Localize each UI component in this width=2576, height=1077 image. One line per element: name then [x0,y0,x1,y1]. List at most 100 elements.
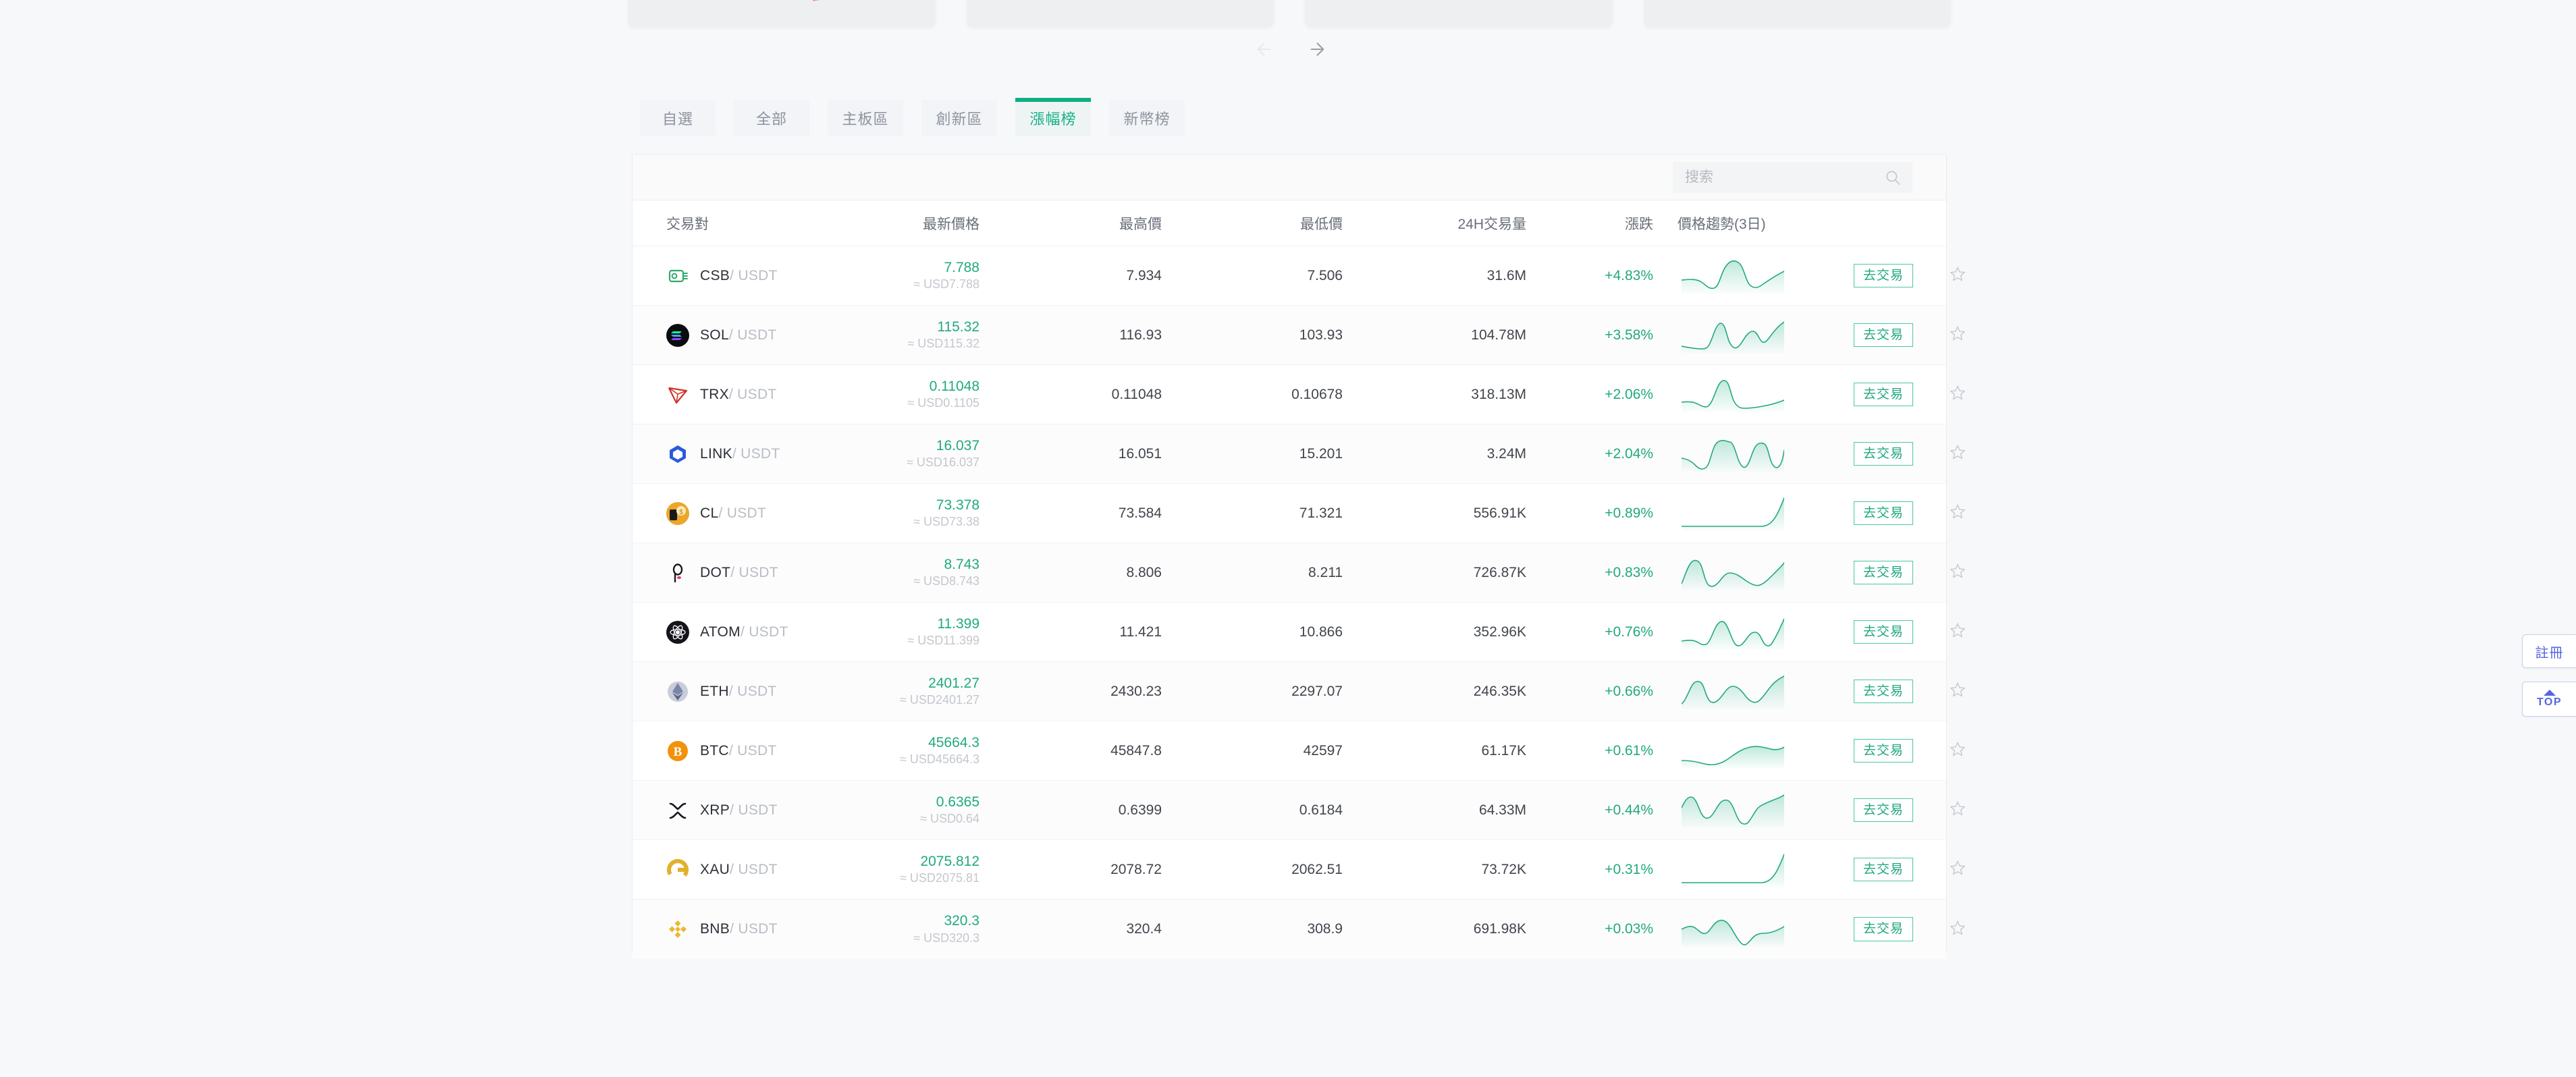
pair-base: TRX [700,386,729,402]
pair-symbol: CSB/ USDT [700,268,778,284]
market-table-card: 交易對 最新價格 最高價 最低價 24H交易量 漲跌 價格趨勢(3日) CSB/… [632,154,1965,959]
high-price-cell: 320.4 [1126,921,1162,937]
last-price-cell: 45664.3 ≈ USD45664.3 [823,734,1004,768]
star-outline-icon[interactable] [1949,681,1966,702]
price-trend-cell [1678,437,1833,472]
favorite-cell[interactable] [1934,681,1981,702]
table-row[interactable]: B BTC/ USDT 45664.3 ≈ USD45664.3 45847.8 4259… [633,721,1965,781]
pair-symbol: ATOM/ USDT [700,624,788,640]
star-outline-icon[interactable] [1949,265,1966,286]
pair-cell[interactable]: XAU/ USDT [666,858,823,881]
table-row[interactable]: $ CL/ USDT 73.378 ≈ USD73.38 73.584 71.321 556… [633,484,1965,543]
back-to-top-button[interactable]: TOP [2522,682,2576,717]
tab-favorites[interactable]: 自選 [640,100,716,136]
tab-all[interactable]: 全部 [734,100,809,136]
go-to-trade-button[interactable]: 去交易 [1853,857,1913,882]
register-button[interactable]: 註冊 [2522,634,2576,668]
star-outline-icon[interactable] [1949,800,1966,821]
tab-gainers[interactable]: 漲幅榜 [1015,98,1091,136]
star-outline-icon[interactable] [1949,622,1966,642]
promo-card[interactable] [1305,0,1613,27]
favorite-cell[interactable] [1934,443,1981,464]
pair-base: ATOM [700,624,741,640]
last-price-value: 11.399 [937,615,980,632]
search-box[interactable] [1673,161,1912,193]
star-outline-icon[interactable] [1949,740,1966,761]
pair-cell[interactable]: CSB/ USDT [666,265,823,287]
search-icon[interactable] [1884,169,1902,186]
favorite-cell[interactable] [1934,265,1981,286]
favorite-cell[interactable] [1934,800,1981,821]
go-to-trade-button[interactable]: 去交易 [1853,798,1913,823]
coin-sol-icon [666,323,689,347]
go-to-trade-button[interactable]: 去交易 [1853,560,1913,585]
table-row[interactable]: TRX/ USDT 0.11048 ≈ USD0.1105 0.11048 0.1067… [633,365,1965,424]
favorite-cell[interactable] [1934,503,1981,524]
pair-cell[interactable]: XRP/ USDT [666,799,823,822]
promo-card[interactable] [628,0,936,27]
last-price-value: 2075.812 [920,853,980,869]
tab-main-board[interactable]: 主板區 [828,100,903,136]
favorite-cell[interactable] [1934,740,1981,761]
table-row[interactable]: DOT/ USDT 8.743 ≈ USD8.743 8.806 8.211 726.87… [633,543,1965,603]
go-to-trade-button[interactable]: 去交易 [1853,917,1913,941]
svg-text:B: B [674,745,682,759]
market-table-body: CSB/ USDT 7.788 ≈ USD7.788 7.934 7.506 31.6M +… [633,246,1965,959]
star-outline-icon[interactable] [1949,859,1966,880]
star-outline-icon[interactable] [1949,919,1966,940]
pair-cell[interactable]: ATOM/ USDT [666,620,823,644]
pair-cell[interactable]: DOT/ USDT [666,561,823,584]
favorite-cell[interactable] [1934,622,1981,642]
low-price-cell: 8.211 [1308,564,1343,580]
pair-cell[interactable]: TRX/ USDT [666,383,823,406]
search-input[interactable] [1685,169,1884,186]
favorite-cell[interactable] [1934,325,1981,346]
volume-cell: 31.6M [1486,267,1526,283]
promo-card[interactable] [1643,0,1951,27]
pair-quote: / USDT [730,861,778,877]
pair-symbol: LINK/ USDT [700,446,780,462]
go-to-trade-button[interactable]: 去交易 [1853,323,1913,348]
table-row[interactable]: LINK/ USDT 16.037 ≈ USD16.037 16.051 15.201 3… [633,424,1965,484]
pair-cell[interactable]: ETH/ USDT [666,680,823,703]
go-to-trade-button[interactable]: 去交易 [1853,441,1913,466]
table-row[interactable]: ATOM/ USDT 11.399 ≈ USD11.399 11.421 10.866 3… [633,603,1965,662]
promo-card[interactable] [966,0,1274,27]
pair-cell[interactable]: B BTC/ USDT [666,740,823,763]
pair-cell[interactable]: $ CL/ USDT [666,501,823,525]
star-outline-icon[interactable] [1949,503,1966,524]
pair-cell[interactable]: LINK/ USDT [666,443,823,466]
table-row[interactable]: BNB/ USDT 320.3 ≈ USD320.3 320.4 308.9 691.98… [633,900,1965,959]
tab-innovation[interactable]: 創新區 [921,100,997,136]
low-price-cell: 2062.51 [1291,861,1343,877]
favorite-cell[interactable] [1934,919,1981,940]
go-to-trade-button[interactable]: 去交易 [1853,501,1913,526]
star-outline-icon[interactable] [1949,562,1966,583]
pair-cell[interactable]: BNB/ USDT [666,918,823,941]
arrow-left-icon[interactable] [1252,39,1272,59]
table-row[interactable]: ETH/ USDT 2401.27 ≈ USD2401.27 2430.23 2297.… [633,662,1965,721]
star-outline-icon[interactable] [1949,325,1966,346]
go-to-trade-button[interactable]: 去交易 [1853,738,1913,763]
pair-cell[interactable]: SOL/ USDT [666,323,823,347]
go-to-trade-button[interactable]: 去交易 [1853,679,1913,704]
star-outline-icon[interactable] [1949,443,1966,464]
high-price-cell: 45847.8 [1110,742,1162,758]
tab-new-coins[interactable]: 新幣榜 [1109,100,1185,136]
table-row[interactable]: XRP/ USDT 0.6365 ≈ USD0.64 0.6399 0.6184 64.3… [633,781,1965,840]
favorite-cell[interactable] [1934,562,1981,583]
favorite-cell[interactable] [1934,384,1981,405]
arrow-right-icon[interactable] [1309,39,1329,59]
table-row[interactable]: XAU/ USDT 2075.812 ≈ USD2075.81 2078.72 2062… [633,840,1965,900]
go-to-trade-button[interactable]: 去交易 [1853,382,1913,407]
go-to-trade-button[interactable]: 去交易 [1853,619,1913,644]
favorite-cell[interactable] [1934,859,1981,880]
table-row[interactable]: SOL/ USDT 115.32 ≈ USD115.32 116.93 103.93 10… [633,306,1965,365]
table-row[interactable]: CSB/ USDT 7.788 ≈ USD7.788 7.934 7.506 31.6M +… [633,246,1965,306]
pair-quote: / USDT [732,445,780,462]
go-to-trade-button[interactable]: 去交易 [1853,263,1913,288]
volume-cell: 73.72K [1481,861,1526,877]
star-outline-icon[interactable] [1949,384,1966,405]
pair-base: ETH [700,683,729,699]
tab-label: 自選 [662,110,693,128]
